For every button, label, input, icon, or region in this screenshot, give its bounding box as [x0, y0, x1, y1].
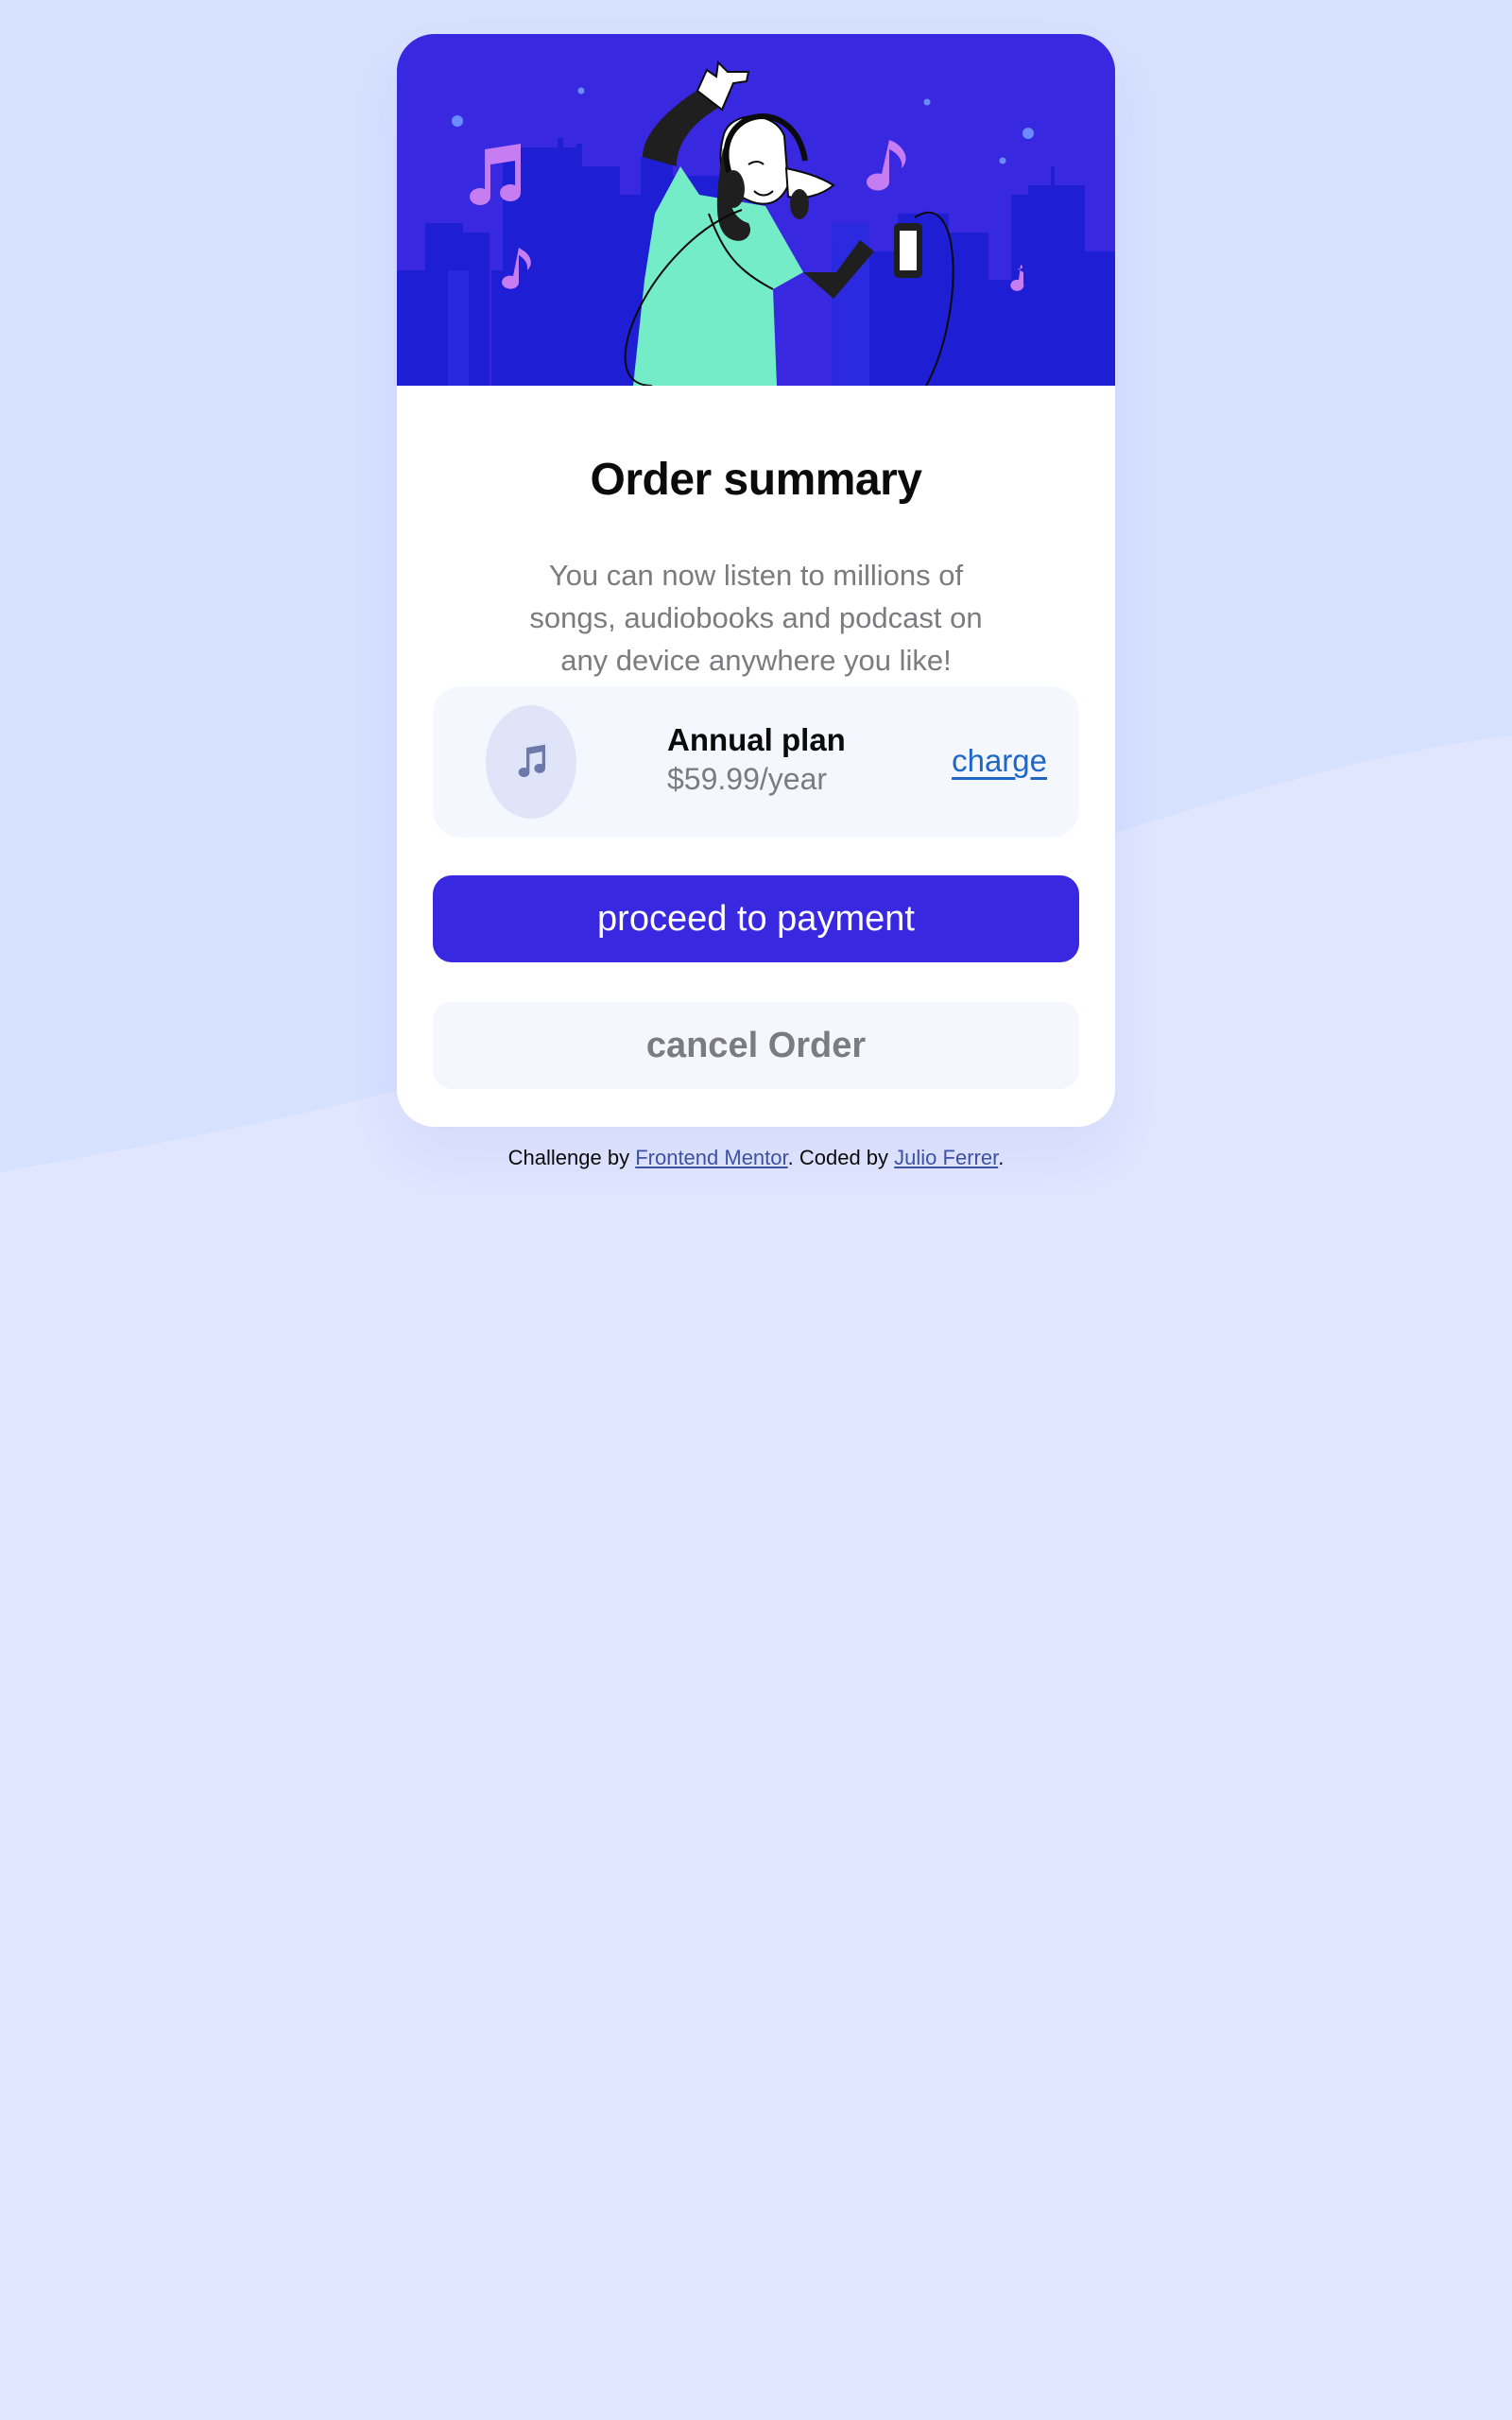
author-link[interactable]: Julio Ferrer — [894, 1146, 998, 1169]
proceed-to-payment-button[interactable]: proceed to payment — [433, 875, 1079, 962]
page-title: Order summary — [590, 455, 923, 505]
plan-icon-badge — [486, 705, 576, 819]
order-summary-card: Order summary You can now listen to mill… — [397, 34, 1115, 1127]
music-note-icon — [518, 744, 546, 778]
cancel-order-button[interactable]: cancel Order — [433, 1002, 1079, 1089]
attribution-middle: . Coded by — [787, 1146, 895, 1169]
attribution: Challenge by Frontend Mentor. Coded by J… — [0, 1146, 1512, 1170]
plan-panel: Annual plan $59.99/year charge — [433, 686, 1079, 838]
attribution-prefix: Challenge by — [507, 1146, 636, 1169]
plan-name: Annual plan — [667, 722, 846, 757]
attribution-suffix: . — [998, 1146, 1005, 1169]
change-plan-link[interactable]: charge — [952, 743, 1047, 779]
music-listener-illustration — [397, 34, 1115, 386]
frontend-mentor-link[interactable]: Frontend Mentor — [635, 1146, 787, 1169]
plan-price: $59.99/year — [667, 762, 828, 796]
hero-illustration — [397, 34, 1115, 386]
summary-description: You can now listen to millions of songs,… — [529, 559, 983, 677]
